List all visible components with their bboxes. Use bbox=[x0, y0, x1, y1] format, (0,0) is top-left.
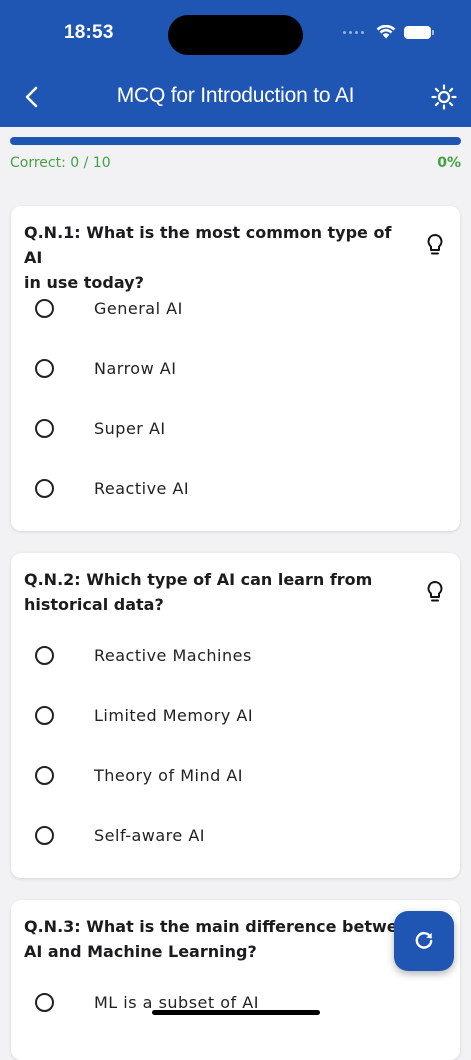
refresh-icon bbox=[415, 931, 433, 949]
radio-button[interactable] bbox=[35, 992, 54, 1012]
option-reactive-ai[interactable]: Reactive AI bbox=[25, 466, 445, 510]
option-super-ai[interactable]: Super AI bbox=[25, 406, 445, 450]
correct-count: Correct: 0 / 10 bbox=[10, 155, 111, 171]
option-theory-of-mind-ai[interactable]: Theory of Mind AI bbox=[25, 753, 445, 797]
question-text: Q.N.1: What is the most common type of A… bbox=[24, 223, 392, 292]
radio-button[interactable] bbox=[35, 358, 54, 378]
theme-toggle-button[interactable] bbox=[428, 81, 460, 113]
lightbulb-icon bbox=[427, 581, 443, 602]
option-label: Reactive AI bbox=[94, 478, 190, 498]
page-title: MCQ for Introduction to AI bbox=[116, 84, 355, 107]
option-narrow-ai[interactable]: Narrow AI bbox=[25, 346, 445, 390]
option-reactive-machines[interactable]: Reactive Machines bbox=[25, 633, 445, 677]
signal-dots-icon bbox=[343, 30, 364, 34]
radio-button[interactable] bbox=[35, 645, 54, 665]
option-label: Narrow AI bbox=[94, 358, 177, 378]
option-label: General AI bbox=[94, 298, 183, 318]
question-text: Q.N.2: Which type of AI can learn from h… bbox=[24, 570, 373, 614]
status-icons bbox=[343, 25, 434, 39]
sun-icon bbox=[431, 84, 457, 110]
option-ml-subset-of-ai[interactable]: ML is a subset of AI bbox=[25, 980, 445, 1024]
option-limited-memory-ai[interactable]: Limited Memory AI bbox=[25, 693, 445, 737]
option-label: ML is a subset of AI bbox=[94, 992, 259, 1012]
radio-button[interactable] bbox=[35, 478, 54, 498]
hint-button[interactable] bbox=[424, 232, 446, 258]
option-label: Limited Memory AI bbox=[94, 705, 254, 725]
reset-fab-button[interactable] bbox=[394, 911, 454, 971]
option-label: Self-aware AI bbox=[94, 825, 205, 845]
chevron-left-icon bbox=[25, 86, 38, 108]
dynamic-island bbox=[168, 15, 303, 55]
question-card-2: Q.N.2: Which type of AI can learn from h… bbox=[11, 553, 460, 878]
battery-icon bbox=[404, 25, 434, 39]
home-indicator bbox=[152, 1010, 320, 1015]
percent-score: 0% bbox=[437, 155, 461, 171]
hint-button[interactable] bbox=[424, 579, 446, 605]
option-general-ai[interactable]: General AI bbox=[25, 286, 445, 330]
option-self-aware-ai[interactable]: Self-aware AI bbox=[25, 813, 445, 857]
lightbulb-icon bbox=[427, 234, 443, 255]
option-label: Reactive Machines bbox=[94, 645, 252, 665]
option-label: Theory of Mind AI bbox=[94, 765, 243, 785]
app-header: 18:53 MCQ for Introduction to AI bbox=[0, 0, 471, 127]
radio-button[interactable] bbox=[35, 298, 54, 318]
back-button[interactable] bbox=[18, 82, 46, 112]
radio-button[interactable] bbox=[35, 418, 54, 438]
question-card-3: Q.N.3: What is the main difference betwe… bbox=[11, 900, 460, 1060]
radio-button[interactable] bbox=[35, 705, 54, 725]
option-label: Super AI bbox=[94, 418, 166, 438]
question-card-1: Q.N.1: What is the most common type of A… bbox=[11, 206, 460, 531]
question-text: Q.N.3: What is the main difference betwe… bbox=[24, 917, 420, 961]
radio-button[interactable] bbox=[35, 765, 54, 785]
wifi-icon bbox=[376, 25, 396, 39]
status-time: 18:53 bbox=[64, 22, 114, 43]
radio-button[interactable] bbox=[35, 825, 54, 845]
progress-bar bbox=[10, 137, 461, 145]
